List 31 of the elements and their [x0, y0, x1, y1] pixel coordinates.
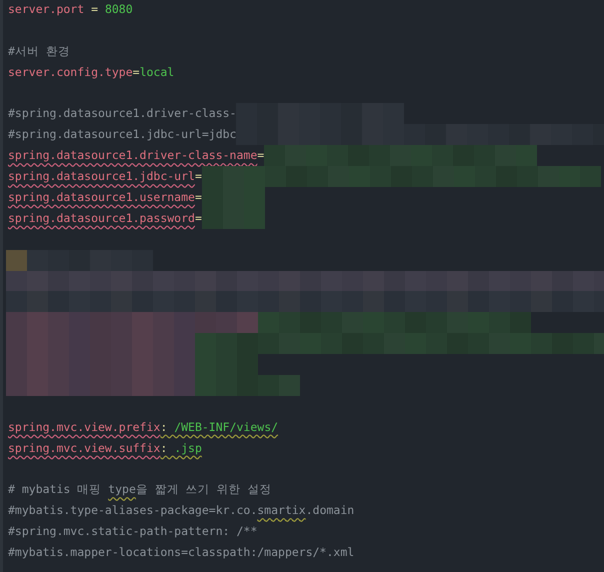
code-token: = — [257, 147, 264, 164]
code-token: #mybatis.mapper-locations=classpath:/mappers/*.xml — [8, 544, 354, 562]
code-token: #mybatis.type-aliases-package=kr.co. — [8, 502, 258, 520]
code-token: = — [132, 64, 140, 81]
code-token: .domain — [306, 502, 354, 520]
code-token: = — [194, 189, 202, 206]
code-token: .jsp — [173, 440, 202, 457]
code-token: /WEB-INF/views/ — [173, 418, 278, 436]
code-token: spring.datasource1.username — [8, 189, 195, 206]
code-token: spring.datasource1.driver-class-name — [8, 147, 258, 164]
code-token: 8080 — [104, 1, 133, 18]
code-token: : — [160, 418, 168, 436]
code-token: # mybatis 매핑 — [8, 481, 102, 498]
code-token: smartix — [257, 502, 306, 520]
code-token: server.port — [8, 1, 84, 18]
code-token: spring.datasource1.jdbc-url — [8, 168, 195, 186]
code-token: = — [194, 210, 202, 227]
code-token: = — [90, 1, 100, 18]
code-token: spring.mvc.view.prefix — [8, 418, 160, 436]
code-token: #spring.datasource1.jdbc-url=jdbc — [8, 126, 236, 144]
code-token: 을 짧게 쓰기 위한 설정 — [136, 481, 272, 498]
code-token: server.config.type — [8, 64, 133, 81]
code-token: #spring.mvc.static-path-pattern: /** — [8, 523, 258, 540]
code-token: spring.mvc.view.suffix — [8, 440, 160, 457]
code-token: #서버 환경 — [8, 42, 70, 60]
code-token: spring.datasource1.password — [8, 210, 195, 227]
code-token: local — [140, 64, 174, 81]
code-token: = — [194, 168, 202, 186]
code-token: type — [108, 481, 136, 498]
code-token: : — [160, 440, 168, 457]
code-token: #spring.datasource1.driver-class- — [8, 105, 236, 122]
